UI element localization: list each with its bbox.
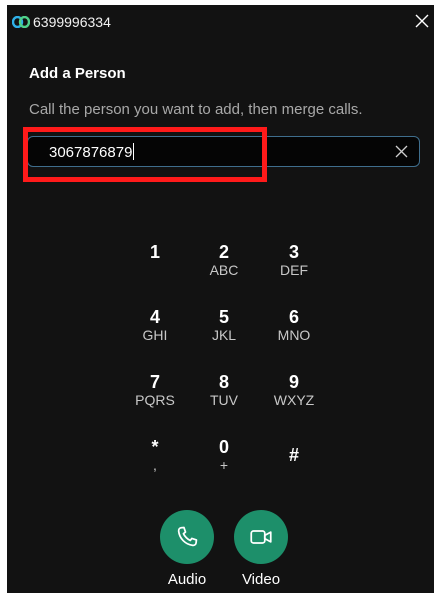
key-digit: 9 [288,372,299,392]
key-letters: GHI [142,327,168,343]
keypad-key-4[interactable]: 4 GHI [127,307,183,357]
dialog-heading: Add a Person [29,65,126,82]
audio-call-label: Audio [167,571,207,588]
add-person-window: 6399996334 Add a Person Call the person … [7,5,434,593]
keypad-key-8[interactable]: 8 TUV [196,372,252,422]
key-digit: 0 [218,437,229,457]
phone-number-input[interactable]: 3067876879 [27,136,420,167]
title-bar: 6399996334 [7,5,434,39]
phone-number-value: 3067876879 [49,143,135,161]
key-letters: MNO [277,327,311,343]
keypad-key-9[interactable]: 9 WXYZ [266,372,322,422]
video-call-label: Video [241,571,281,588]
key-letters: ABC [209,262,239,278]
phone-icon [177,526,198,547]
text-caret [133,143,135,160]
key-digit: 8 [218,372,229,392]
key-digit: # [288,445,299,465]
key-digit: 4 [149,307,160,327]
keypad-key-star[interactable]: * , [127,437,183,487]
keypad-key-5[interactable]: 5 JKL [196,307,252,357]
window-title: 6399996334 [33,14,111,30]
audio-call-button[interactable] [160,510,214,564]
keypad-key-hash[interactable]: # [266,445,322,495]
dialog-subtitle: Call the person you want to add, then me… [29,101,363,118]
keypad-key-3[interactable]: 3 DEF [266,242,322,292]
key-letters: TUV [210,392,238,408]
clear-input-icon[interactable] [394,144,409,159]
video-camera-icon [250,530,272,544]
key-letters: JKL [211,327,237,343]
key-letters: PQRS [135,392,175,408]
key-digit: 1 [149,242,160,262]
key-digit: 6 [288,307,299,327]
key-letters: DEF [280,262,308,278]
video-call-button[interactable] [234,510,288,564]
key-letters: , [153,457,157,473]
key-digit: 3 [288,242,299,262]
close-button[interactable] [412,11,432,31]
key-digit: 5 [218,307,229,327]
keypad-key-7[interactable]: 7 PQRS [127,372,183,422]
key-digit: 2 [218,242,229,262]
key-digit: * [151,437,159,457]
webex-logo-icon [12,16,30,28]
keypad-key-6[interactable]: 6 MNO [266,307,322,357]
keypad-key-1[interactable]: 1 [127,242,183,292]
key-letters: + [219,457,229,473]
close-icon [415,14,429,28]
keypad-key-2[interactable]: 2 ABC [196,242,252,292]
keypad-key-0[interactable]: 0 + [196,437,252,487]
phone-number-text: 3067876879 [49,144,133,161]
key-digit: 7 [149,372,160,392]
key-letters: WXYZ [273,392,315,408]
